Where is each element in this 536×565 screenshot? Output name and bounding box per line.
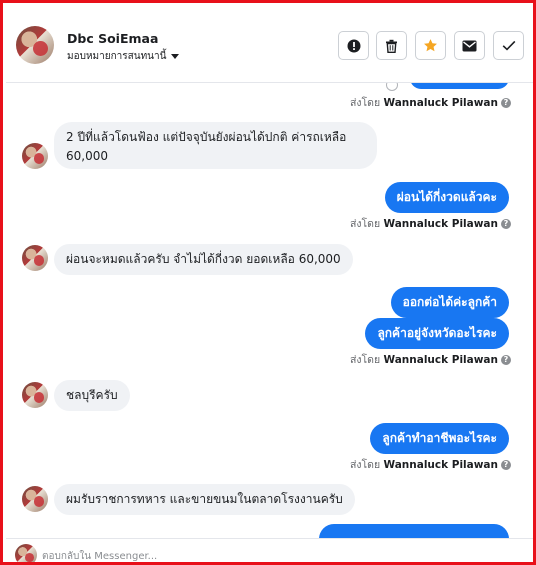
sent-by-label: ส่งโดย Wannaluck Pilawan? [350,456,511,473]
alert-icon [347,39,360,52]
help-icon: ? [501,219,511,229]
message-text: ชลบุรีครับ [66,388,118,402]
caret-down-icon [171,53,180,59]
page-avatar [15,544,37,562]
assign-label: มอบหมายการสนทนานี้ [67,51,167,62]
message-text: ลูกค้าอยู่จังหวัดอะไรคะ [377,326,497,340]
check-icon [502,40,515,51]
sender-name: Wannaluck Pilawan [383,218,498,230]
message-list[interactable]: ส่งโดย Wannaluck Pilawan? 2 ปีที่แล้วโดน… [6,83,533,538]
message-text: ผมรับราชการทหาร และขายขนมในตลาดโรงงานครั… [66,492,343,506]
assign-conversation-dropdown[interactable]: มอบหมายการสนทนานี้ [67,49,180,64]
message-bubble-outgoing[interactable]: ผ่อนได้กี่งวดแล้วคะ [384,182,509,213]
message-text: ผ่อนจะหมดแล้วครับ จำไม่ได้กี่งวด ยอดเหลื… [66,252,341,266]
contact-avatar-small[interactable] [22,486,48,512]
message-text: 2 ปีที่แล้วโดนฟ้อง แต่ปัจจุบันยังผ่อนได้… [66,130,347,144]
message-bubble-outgoing[interactable]: ลูกค้าทำอาชีพอะไรคะ [370,423,509,454]
message-bubble-incoming[interactable]: ผมรับราชการทหาร และขายขนมในตลาดโรงงานครั… [54,484,355,515]
envelope-icon [462,40,477,51]
help-icon: ? [501,355,511,365]
sent-by-prefix: ส่งโดย [349,97,381,109]
trash-icon [386,39,397,53]
contact-avatar[interactable] [16,26,54,64]
contact-name[interactable]: Dbc SoiEmaa [67,31,158,46]
contact-avatar-small[interactable] [22,143,48,169]
reply-input[interactable]: ตอบกลับใน Messenger... [42,549,157,562]
contact-avatar-small[interactable] [22,245,48,271]
conversation-panel: Dbc SoiEmaa มอบหมายการสนทนานี้ ส่งโดย Wa… [0,0,536,565]
mark-spam-button[interactable] [338,31,369,60]
message-text: 60,000 [66,149,108,163]
sent-by-label: ส่งโดย Wannaluck Pilawan? [350,215,511,232]
message-text: ออกต่อได้ค่ะลูกค้า [402,295,497,309]
message-bubble-outgoing[interactable]: ออกต่อได้ค่ะลูกค้า [390,287,509,318]
message-bubble-incoming[interactable]: 2 ปีที่แล้วโดนฟ้อง แต่ปัจจุบันยังผ่อนได้… [54,122,377,169]
mark-unread-button[interactable] [454,31,485,60]
message-bubble-outgoing[interactable] [319,524,509,538]
sender-name: Wannaluck Pilawan [383,354,498,366]
sent-by-prefix: ส่งโดย [349,459,381,471]
help-icon: ? [501,460,511,470]
sent-by-label: ส่งโดย Wannaluck Pilawan? [350,351,511,368]
message-bubble-outgoing[interactable]: ลูกค้าอยู่จังหวัดอะไรคะ [365,318,509,349]
message-bubble-incoming[interactable]: ชลบุรีครับ [54,380,130,411]
message-text: ผ่อนได้กี่งวดแล้วคะ [396,190,497,204]
contact-avatar-small[interactable] [22,382,48,408]
mark-done-button[interactable] [493,31,524,60]
help-icon: ? [501,98,511,108]
message-bubble-outgoing[interactable] [410,83,509,89]
star-icon [424,39,437,52]
sender-name: Wannaluck Pilawan [383,459,498,471]
sender-name: Wannaluck Pilawan [383,97,498,109]
conversation-header: Dbc SoiEmaa มอบหมายการสนทนานี้ [6,6,533,83]
sent-by-prefix: ส่งโดย [349,218,381,230]
sent-by-label: ส่งโดย Wannaluck Pilawan? [350,94,511,111]
star-button[interactable] [415,31,446,60]
message-text: ลูกค้าทำอาชีพอะไรคะ [382,431,497,445]
seen-receipt-icon [386,83,398,91]
message-bubble-incoming[interactable]: ผ่อนจะหมดแล้วครับ จำไม่ได้กี่งวด ยอดเหลื… [54,244,353,275]
sent-by-prefix: ส่งโดย [349,354,381,366]
delete-button[interactable] [376,31,407,60]
reply-composer[interactable]: ตอบกลับใน Messenger... [6,538,533,562]
